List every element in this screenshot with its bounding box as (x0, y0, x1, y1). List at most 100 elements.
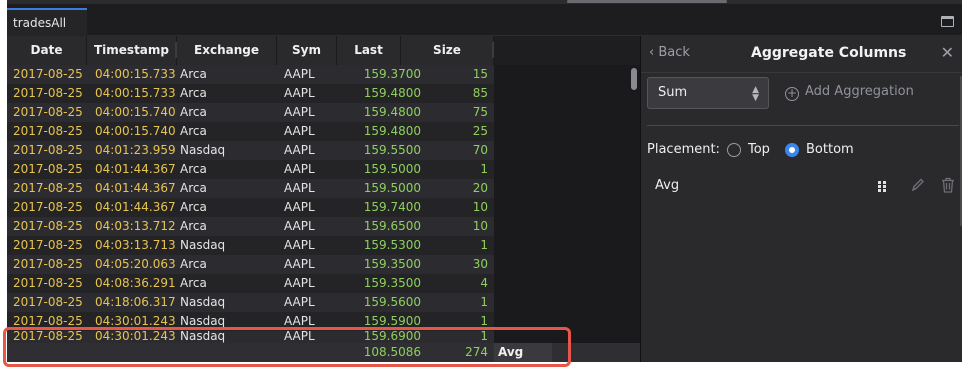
cell-exchange: Nasdaq (180, 143, 226, 157)
cell-date: 2017-08-25 (13, 162, 83, 176)
placement-label: Placement: (647, 142, 720, 157)
cell-last: 159.4800 (363, 124, 421, 138)
cell-sym: AAPL (284, 181, 315, 195)
table-row[interactable]: 2017-08-25 04:18:06.317 Nasdaq AAPL 159.5600… (7, 293, 494, 312)
placement-bottom-radio[interactable] (785, 143, 799, 157)
pencil-icon[interactable] (911, 177, 925, 193)
aggregation-select-value: Sum (658, 85, 688, 100)
cell-sym: AAPL (284, 295, 315, 309)
cell-timestamp: 04:03:13.712 (95, 219, 176, 233)
table-row[interactable]: 2017-08-25 04:01:44.367 Arca AAPL 159.5000 1 (7, 160, 494, 179)
cell-size: 85 (472, 86, 488, 100)
placement-top-label[interactable]: Top (748, 142, 770, 157)
cell-sym: AAPL (284, 67, 315, 81)
cell-date: 2017-08-25 (13, 105, 83, 119)
cell-timestamp: 04:00:15.740 (95, 105, 176, 119)
cell-timestamp: 04:01:44.367 (95, 181, 176, 195)
cell-last: 159.4800 (363, 105, 421, 119)
drag-handle-icon[interactable] (878, 181, 888, 193)
scrollbar-thumb[interactable] (631, 68, 637, 90)
table-row[interactable]: 2017-08-25 04:01:44.367 Arca AAPL 159.5000 20 (7, 179, 494, 198)
cell-size: 20 (472, 181, 488, 195)
cell-last: 159.5000 (363, 181, 421, 195)
aggregate-columns-panel: ‹ Back Aggregate Columns ✕ Sum ▲ ▼ + Add A… (641, 36, 962, 362)
cell-date: 2017-08-25 (13, 67, 83, 81)
cell-sym: AAPL (284, 86, 315, 100)
cell-sym: AAPL (284, 257, 315, 271)
column-resize-handle[interactable] (175, 42, 177, 58)
add-aggregation-button[interactable]: + Add Aggregation (785, 84, 914, 101)
panel-divider-line (647, 125, 959, 126)
header-timestamp[interactable]: Timestamp (87, 36, 177, 65)
cell-last: 159.4800 (363, 86, 421, 100)
panel-title: Aggregate Columns (751, 45, 907, 61)
header-date[interactable]: Date (7, 36, 87, 65)
back-button[interactable]: ‹ Back (649, 45, 690, 60)
cell-last: 159.6500 (363, 219, 421, 233)
table-row[interactable]: 2017-08-25 04:03:13.713 Nasdaq AAPL 159.5300… (7, 236, 494, 255)
cell-last: 159.7400 (363, 200, 421, 214)
table-row[interactable]: 2017-08-25 04:03:13.712 Arca AAPL 159.6500 10 (7, 217, 494, 236)
cell-sym: AAPL (284, 200, 315, 214)
table-row[interactable]: 2017-08-25 04:05:20.063 Arca AAPL 159.3500 30 (7, 255, 494, 274)
cell-size: 1 (480, 238, 488, 252)
cell-timestamp: 04:01:23.959 (95, 143, 176, 157)
vertical-scrollbar[interactable] (628, 65, 640, 343)
cell-last: 159.3700 (363, 67, 421, 81)
panel-header-divider (641, 72, 962, 73)
cell-last: 159.5000 (363, 162, 421, 176)
aggregation-select[interactable]: Sum ▲ ▼ (647, 77, 769, 109)
trash-icon[interactable] (941, 177, 955, 193)
cell-exchange: Arca (180, 67, 207, 81)
cell-sym: AAPL (284, 105, 315, 119)
cell-exchange: Arca (180, 105, 207, 119)
header-exchange[interactable]: Exchange (177, 36, 277, 65)
grid-body: 2017-08-25 04:00:15.733 Arca AAPL 159.3700 15… (7, 65, 494, 343)
table-row[interactable]: 2017-08-25 04:00:15.740 Arca AAPL 159.4800 75 (7, 103, 494, 122)
cell-exchange: Nasdaq (180, 238, 226, 252)
cell-timestamp: 04:03:13.713 (95, 238, 176, 252)
footer-highlight-annotation (3, 327, 571, 367)
close-icon[interactable]: ✕ (941, 43, 954, 62)
aggregation-item-avg[interactable]: Avg (655, 178, 679, 193)
horizontal-scrollbar[interactable] (567, 0, 727, 3)
cell-date: 2017-08-25 (13, 238, 83, 252)
cell-date: 2017-08-25 (13, 181, 83, 195)
cell-timestamp: 04:01:44.367 (95, 200, 176, 214)
placement-top-radio[interactable] (727, 143, 741, 157)
cell-exchange: Arca (180, 257, 207, 271)
header-size[interactable]: Size (401, 36, 494, 65)
cell-sym: AAPL (284, 162, 315, 176)
cell-size: 25 (472, 124, 488, 138)
maximize-icon[interactable] (941, 16, 954, 27)
tab-tradesall[interactable]: tradesAll (7, 8, 87, 36)
cell-size: 4 (480, 276, 488, 290)
table-row[interactable]: 2017-08-25 04:01:44.367 Arca AAPL 159.7400 10 (7, 198, 494, 217)
cell-size: 30 (472, 257, 488, 271)
cell-timestamp: 04:05:20.063 (95, 257, 176, 271)
table-row[interactable]: 2017-08-25 04:08:36.291 Arca AAPL 159.3500 4 (7, 274, 494, 293)
cell-date: 2017-08-25 (13, 276, 83, 290)
cell-date: 2017-08-25 (13, 86, 83, 100)
header-last[interactable]: Last (337, 36, 401, 65)
back-label: Back (658, 45, 690, 60)
cell-sym: AAPL (284, 238, 315, 252)
table-row[interactable]: 2017-08-25 04:01:23.959 Nasdaq AAPL 159.5500… (7, 141, 494, 160)
cell-sym: AAPL (284, 143, 315, 157)
placement-bottom-label[interactable]: Bottom (806, 142, 854, 157)
cell-size: 70 (472, 143, 488, 157)
cell-sym: AAPL (284, 219, 315, 233)
cell-date: 2017-08-25 (13, 200, 83, 214)
cell-last: 159.5300 (363, 238, 421, 252)
header-sym[interactable]: Sym (277, 36, 337, 65)
table-row[interactable]: 2017-08-25 04:00:15.740 Arca AAPL 159.4800 25 (7, 122, 494, 141)
table-row[interactable]: 2017-08-25 04:00:15.733 Arca AAPL 159.3700 15 (7, 65, 494, 84)
cell-size: 10 (472, 200, 488, 214)
cell-last: 159.3500 (363, 257, 421, 271)
cell-date: 2017-08-25 (13, 295, 83, 309)
cell-exchange: Arca (180, 124, 207, 138)
cell-exchange: Arca (180, 181, 207, 195)
cell-date: 2017-08-25 (13, 257, 83, 271)
cell-size: 1 (480, 295, 488, 309)
table-row[interactable]: 2017-08-25 04:00:15.733 Arca AAPL 159.4800 85 (7, 84, 494, 103)
